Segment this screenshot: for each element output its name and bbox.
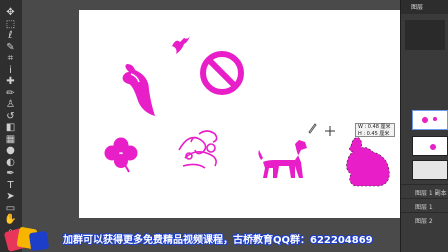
promo-banner: 加群可以获得更多免费精品视频课程，古桥教育QQ群：622204869 [0,224,448,252]
layer-thumbnail-3[interactable] [412,160,448,180]
layer-thumbnail-2[interactable] [412,136,448,156]
pen-cursor-icon [308,123,317,134]
document-canvas[interactable] [79,10,411,218]
clover-shape [104,137,138,173]
swatch-strip [405,20,445,50]
transform-size-tooltip: W : 0.48 厘米 H : 0.45 厘米 [355,123,395,137]
tools-panel: ✥⬚ℓ✎⌗ⅰ✚✏♙↺◧▦●◐✒T➤▭✋⌕ [0,0,23,252]
layer-name: 图层 1 [415,204,433,211]
layer-thumbnail-1[interactable] [412,110,448,130]
tooltip-height: H : 0.45 厘米 [358,131,390,137]
layers-panel: 图层 图层 1 副本 图层 1 图层 2 [400,0,448,252]
dog-shape [258,140,307,178]
tab-layers[interactable]: 图层 [411,2,423,12]
layer-row[interactable]: 图层 1 副本 [401,184,448,198]
no-sign-shape [200,51,244,95]
cursor-crosshair [325,126,335,136]
canvas-area[interactable]: W : 0.48 厘米 H : 0.45 厘米 [22,0,411,252]
tooltip-width: W : 0.48 厘米 [358,124,391,130]
layer-name: 图层 1 副本 [415,190,447,197]
bird-shape [172,36,190,54]
swirl-ornament-shape [178,130,218,169]
panel-header: 图层 [401,0,448,14]
rabbit-shape [346,137,390,187]
brand-logo [4,227,49,252]
promo-banner-text: 加群可以获得更多免费精品视频课程，古桥教育QQ群：622204869 [63,235,373,246]
layer-row[interactable]: 图层 1 [401,198,448,212]
pepper-shape [122,64,155,116]
